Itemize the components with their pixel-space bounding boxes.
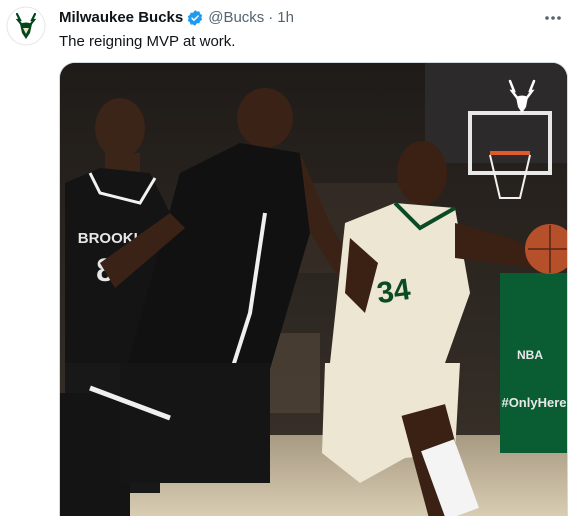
avatar[interactable] (4, 4, 48, 48)
right-jersey-number: 34 (375, 273, 413, 310)
tweet-text: The reigning MVP at work. (59, 33, 236, 50)
bucks-logo-icon (6, 6, 46, 46)
court-sign-onlyhere: #OnlyHere (501, 395, 566, 410)
user-handle[interactable]: @Bucks (208, 8, 264, 28)
verified-badge-icon (186, 9, 204, 27)
court-sign-nba: NBA (517, 348, 543, 362)
more-options-icon[interactable] (541, 6, 565, 30)
tweet: Milwaukee Bucks @Bucks · 1h The reigning… (0, 0, 579, 516)
courtside-sign (500, 273, 567, 453)
timestamp[interactable]: 1h (277, 8, 294, 28)
tweet-header: Milwaukee Bucks @Bucks · 1h (59, 8, 559, 28)
display-name[interactable]: Milwaukee Bucks (59, 8, 183, 28)
separator-dot: · (268, 9, 274, 26)
tweet-media-video[interactable]: NBA #OnlyHere BROOKLYN 8 (59, 62, 568, 516)
